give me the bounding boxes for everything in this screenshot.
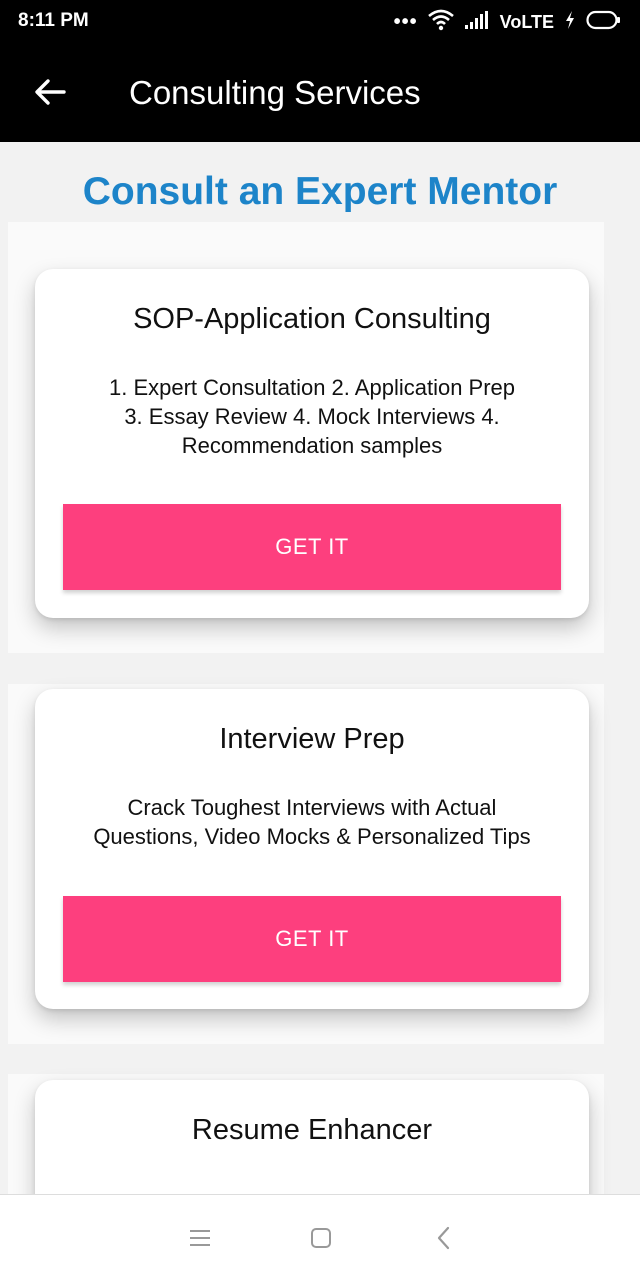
notification-dots: ••• (393, 11, 418, 33)
card-title: Interview Prep (219, 723, 405, 755)
status-icons: ••• VoLTE (394, 9, 622, 35)
description-line: Crack Toughest Interviews with Actual (127, 795, 497, 820)
card-description: 1. Expert Consultation 2. Application Pr… (63, 373, 561, 460)
back-chevron-icon[interactable] (429, 1223, 459, 1253)
description-line: Questions, Video Mocks & Personalized Ti… (93, 824, 531, 849)
page-title: Consulting Services (129, 74, 421, 111)
get-it-button-sop[interactable]: GET IT (63, 504, 561, 590)
app-bar: Consulting Services (0, 44, 640, 142)
arrow-left-icon[interactable] (30, 72, 70, 112)
wifi-icon (427, 9, 454, 36)
content-area[interactable]: Consult an Expert Mentor SOP-Application… (0, 142, 640, 1194)
battery-icon (586, 10, 622, 35)
service-card-resume: Resume Enhancer (35, 1080, 589, 1194)
card-title: Resume Enhancer (191, 1114, 433, 1146)
signal-icon (464, 10, 490, 35)
service-card-interview: Interview Prep Crack Toughest Interviews… (35, 689, 589, 1009)
home-square-icon[interactable] (306, 1223, 336, 1253)
headline: Consult an Expert Mentor (82, 170, 558, 213)
card-description: Crack Toughest Interviews with Actual Qu… (63, 793, 561, 851)
description-line: Recommendation samples (181, 433, 443, 458)
get-it-button-interview[interactable]: GET IT (63, 896, 561, 982)
charging-icon (564, 10, 576, 35)
menu-icon[interactable] (185, 1223, 215, 1253)
system-nav-bar (0, 1194, 640, 1280)
volte-label: VoLTE (499, 11, 554, 32)
service-card-sop: SOP-Application Consulting 1. Expert Con… (35, 269, 589, 618)
description-line: 1. Expert Consultation 2. Application Pr… (108, 375, 516, 400)
description-line: 3. Essay Review 4. Mock Interviews 4. (124, 404, 500, 429)
status-time: 8:11 PM (18, 10, 89, 31)
card-title: SOP-Application Consulting (133, 303, 491, 335)
status-bar: 8:11 PM ••• VoLTE (0, 0, 640, 44)
